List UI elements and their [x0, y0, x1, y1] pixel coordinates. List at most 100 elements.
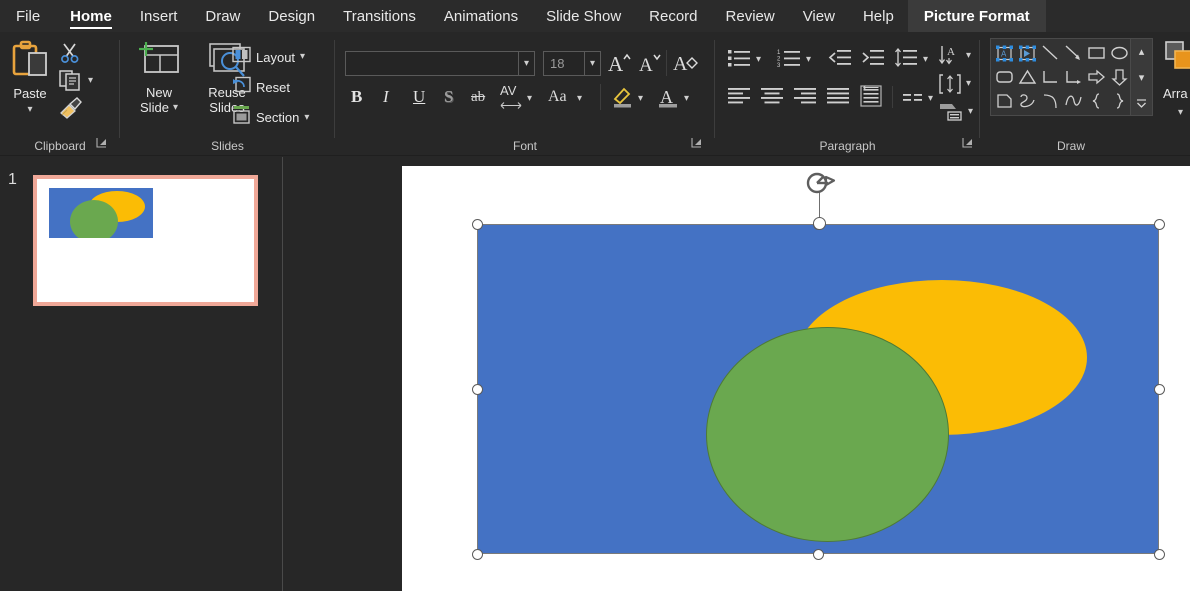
shape-rectangle[interactable] — [1085, 41, 1108, 65]
shape-right-brace[interactable] — [1108, 89, 1131, 113]
smartart-chevron-down-icon[interactable]: ▾ — [968, 107, 973, 117]
convert-to-smartart-button[interactable] — [939, 100, 963, 127]
align-text-button[interactable] — [939, 73, 961, 100]
character-spacing-chevron-down-icon[interactable]: ▾ — [527, 94, 532, 104]
slide-thumbnail-panel[interactable]: 1 — [0, 157, 283, 591]
resize-handle-bottom-center[interactable] — [813, 549, 824, 560]
font-name-chevron-down-icon[interactable]: ▾ — [518, 52, 534, 75]
rotation-handle[interactable] — [813, 217, 826, 230]
font-name-combo[interactable]: ▾ — [345, 51, 535, 76]
shape-curve[interactable] — [1062, 89, 1085, 113]
bullets-chevron-down-icon[interactable]: ▾ — [756, 55, 761, 65]
arrange-button[interactable]: Arra — [1163, 86, 1188, 101]
slide-canvas[interactable] — [402, 166, 1190, 591]
columns-button[interactable] — [902, 91, 924, 109]
change-case-button[interactable]: Aa — [548, 88, 567, 106]
text-shadow-button[interactable]: S — [444, 87, 453, 107]
tab-review[interactable]: Review — [712, 0, 789, 32]
shape-textbox[interactable]: A — [993, 41, 1016, 65]
bold-button[interactable]: B — [351, 87, 362, 107]
new-slide-chevron-down-icon[interactable]: ▾ — [173, 102, 178, 113]
clipboard-dialog-launcher[interactable] — [96, 137, 110, 151]
decrease-indent-button[interactable] — [828, 48, 852, 73]
shape-elbow-arrow-connector[interactable] — [1062, 65, 1085, 89]
distributed-button[interactable] — [859, 85, 883, 112]
character-spacing-button[interactable]: AV — [500, 84, 522, 115]
align-left-button[interactable] — [727, 87, 751, 110]
rotation-icon[interactable] — [804, 171, 836, 200]
tab-design[interactable]: Design — [254, 0, 329, 32]
decrease-font-size-button[interactable]: A — [638, 50, 662, 81]
format-painter-button[interactable] — [58, 96, 84, 125]
shape-triangle[interactable] — [1016, 65, 1039, 89]
tab-animations[interactable]: Animations — [430, 0, 532, 32]
slide-thumbnail-1[interactable] — [33, 175, 258, 306]
font-dialog-launcher[interactable] — [691, 137, 705, 151]
text-direction-chevron-down-icon[interactable]: ▾ — [966, 51, 971, 61]
resize-handle-top-left[interactable] — [472, 219, 483, 230]
text-highlight-chevron-down-icon[interactable]: ▾ — [638, 94, 643, 104]
shape-quick-styles-button[interactable] — [1164, 40, 1190, 79]
shapes-scroll-up-button[interactable]: ▴ — [1131, 39, 1152, 63]
layout-button[interactable]: Layout ▾ — [232, 46, 305, 68]
numbering-chevron-down-icon[interactable]: ▾ — [806, 55, 811, 65]
tab-home[interactable]: Home — [56, 0, 126, 32]
numbering-button[interactable]: 1 2 3 — [777, 48, 801, 73]
shapes-gallery-scrollbar[interactable]: ▴ ▾ — [1130, 39, 1152, 115]
font-size-combo[interactable]: 18 ▾ — [543, 51, 601, 76]
shapes-more-button[interactable] — [1131, 91, 1152, 115]
increase-indent-button[interactable] — [861, 48, 885, 73]
shape-right-arrow[interactable] — [1085, 65, 1108, 89]
tab-view[interactable]: View — [789, 0, 849, 32]
tab-draw[interactable]: Draw — [191, 0, 254, 32]
text-direction-button[interactable]: A — [937, 44, 961, 71]
tab-picture-format[interactable]: Picture Format — [907, 0, 1046, 32]
copy-button[interactable] — [59, 69, 83, 96]
align-right-button[interactable] — [793, 87, 817, 110]
change-case-chevron-down-icon[interactable]: ▾ — [577, 94, 582, 104]
section-button[interactable]: Section ▾ — [232, 106, 309, 129]
align-center-button[interactable] — [760, 87, 784, 110]
resize-handle-middle-right[interactable] — [1154, 384, 1165, 395]
underline-button[interactable]: U — [413, 87, 425, 107]
clear-formatting-button[interactable]: A — [673, 50, 699, 81]
font-color-chevron-down-icon[interactable]: ▾ — [684, 94, 689, 104]
shapes-gallery[interactable]: A ▴ ▾ — [990, 38, 1153, 116]
align-text-chevron-down-icon[interactable]: ▾ — [966, 79, 971, 89]
reset-button[interactable]: Reset — [232, 76, 290, 98]
text-highlight-button[interactable] — [610, 84, 636, 115]
font-size-chevron-down-icon[interactable]: ▾ — [584, 52, 600, 75]
increase-font-size-button[interactable]: A — [607, 50, 631, 81]
shape-elbow-connector[interactable] — [1039, 65, 1062, 89]
layout-chevron-down-icon[interactable]: ▾ — [300, 52, 305, 62]
arrange-chevron-down-icon[interactable]: ▾ — [1178, 108, 1183, 118]
paste-chevron-down-icon[interactable]: ▾ — [27, 105, 32, 115]
tab-help[interactable]: Help — [849, 0, 908, 32]
line-spacing-button[interactable] — [894, 47, 918, 73]
shape-rounded-rectangle[interactable] — [993, 65, 1016, 89]
font-size-value[interactable]: 18 — [550, 56, 564, 71]
shape-arrow-textbox[interactable] — [1016, 41, 1039, 65]
tab-slide-show[interactable]: Slide Show — [532, 0, 635, 32]
tab-record[interactable]: Record — [635, 0, 711, 32]
tab-insert[interactable]: Insert — [126, 0, 192, 32]
resize-handle-bottom-right[interactable] — [1154, 549, 1165, 560]
font-color-button[interactable]: A — [657, 84, 681, 115]
copy-chevron-down-icon[interactable]: ▾ — [88, 76, 93, 86]
cut-button[interactable] — [59, 42, 81, 69]
columns-chevron-down-icon[interactable]: ▾ — [928, 94, 933, 104]
shapes-scroll-down-button[interactable]: ▾ — [1131, 65, 1152, 89]
shape-arrow-line[interactable] — [1062, 41, 1085, 65]
bullets-button[interactable] — [727, 48, 751, 73]
justify-button[interactable] — [826, 87, 850, 110]
resize-handle-bottom-left[interactable] — [472, 549, 483, 560]
shape-line[interactable] — [1039, 41, 1062, 65]
tab-file[interactable]: File — [0, 0, 56, 32]
italic-button[interactable]: I — [383, 87, 389, 107]
new-slide-button[interactable]: New Slide ▾ — [128, 40, 190, 115]
shape-ellipse[interactable] — [1108, 41, 1131, 65]
resize-handle-middle-left[interactable] — [472, 384, 483, 395]
shape-scribble[interactable] — [1016, 89, 1039, 113]
shape-folded-corner[interactable] — [993, 89, 1016, 113]
picture-object[interactable] — [477, 224, 1159, 554]
